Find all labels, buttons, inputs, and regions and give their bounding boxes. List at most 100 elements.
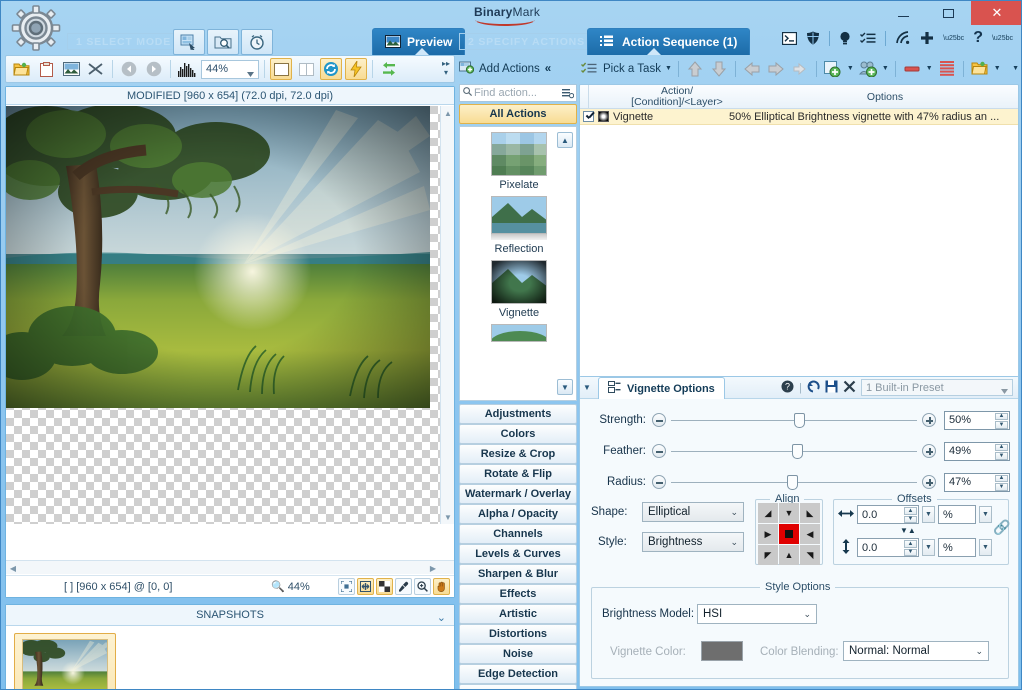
tab-action-sequence[interactable]: Action Sequence (1)	[587, 28, 751, 55]
category-distortions[interactable]: Distortions	[459, 624, 577, 644]
feather-slider[interactable]	[671, 443, 917, 459]
strength-decrease-button[interactable]	[652, 413, 666, 427]
align-middle-right[interactable]: ◀	[800, 524, 820, 544]
plus-dropdown-chevron-down-icon[interactable]: \u25bc	[943, 35, 964, 42]
add-action-chevron-down-icon[interactable]: ▼	[847, 65, 854, 72]
shape-combobox[interactable]: Elliptical ⌄	[642, 502, 744, 522]
category-colors[interactable]: Colors	[459, 424, 577, 444]
help-icon[interactable]: ?	[973, 29, 983, 47]
preset-combobox[interactable]: 1 Built-in Preset	[861, 379, 1013, 396]
offset-x-input[interactable]: 0.0 ▲ ▼	[857, 505, 919, 524]
zoom-level-combobox[interactable]: 44%	[201, 59, 259, 79]
fit-selection-icon[interactable]	[338, 578, 355, 595]
mode-button-batch[interactable]	[173, 29, 205, 55]
feather-spinner[interactable]: 49% ▲ ▼	[944, 441, 1010, 461]
add-condition-icon[interactable]	[858, 59, 878, 79]
gallery-item-vignette[interactable]: Vignette	[460, 255, 576, 319]
radius-slider-thumb[interactable]	[786, 475, 798, 490]
collapse-library-icon[interactable]: «	[545, 63, 551, 75]
open-file-icon[interactable]	[10, 58, 32, 80]
spin-down-icon[interactable]: ▼	[904, 548, 917, 556]
move-up-icon[interactable]	[685, 59, 705, 79]
strength-slider-thumb[interactable]	[794, 413, 805, 428]
color-blending-combobox[interactable]: Normal: Normal ⌄	[843, 641, 989, 661]
histogram-icon[interactable]	[176, 58, 198, 80]
snapshot-item-original[interactable]: Original	[14, 633, 116, 689]
wifi-icon[interactable]	[895, 31, 911, 45]
image-info-icon[interactable]	[60, 58, 82, 80]
tab-preview[interactable]: Preview	[372, 28, 466, 55]
scroll-right-icon[interactable]: ▶	[426, 561, 440, 575]
align-middle-left[interactable]: ▶	[758, 524, 778, 544]
align-top-center[interactable]: ▼	[779, 503, 799, 523]
category-edge-detection[interactable]: Edge Detection	[459, 664, 577, 684]
gallery-item-reflection[interactable]: Reflection	[460, 191, 576, 255]
zoom-tool-icon[interactable]	[414, 578, 431, 595]
brightness-model-combobox[interactable]: HSI ⌄	[697, 604, 817, 624]
offset-y-dropdown-icon[interactable]: ▼	[922, 539, 935, 556]
actions-gallery[interactable]: Pixelate Reflection Vignette ▲ ▼	[459, 126, 577, 401]
view-split-icon[interactable]	[295, 58, 317, 80]
vignette-color-swatch[interactable]	[701, 641, 743, 661]
help-icon[interactable]: ?	[781, 380, 794, 396]
clear-all-icon[interactable]	[937, 59, 957, 79]
align-top-left[interactable]: ◢	[758, 503, 778, 523]
spin-up-icon[interactable]: ▲	[995, 412, 1008, 420]
category-watermark-overlay[interactable]: Watermark / Overlay	[459, 484, 577, 504]
open-sequence-chevron-down-icon[interactable]: ▼	[994, 65, 1001, 72]
paste-icon[interactable]	[35, 58, 57, 80]
forward-icon[interactable]	[143, 58, 165, 80]
category-adjustments[interactable]: Adjustments	[459, 404, 577, 424]
save-icon[interactable]	[825, 380, 838, 396]
align-bottom-right[interactable]: ◥	[800, 545, 820, 565]
spin-down-icon[interactable]: ▼	[995, 421, 1008, 429]
scroll-up-icon[interactable]: ▲	[441, 106, 455, 120]
scroll-left-icon[interactable]: ◀	[6, 561, 20, 575]
radius-slider[interactable]	[671, 474, 917, 490]
style-combobox[interactable]: Brightness ⌄	[642, 532, 744, 552]
options-collapse-chevron-down-icon[interactable]: ▼	[583, 383, 591, 392]
offset-swap-icon[interactable]: ▼▲	[900, 526, 916, 535]
swap-icon[interactable]	[378, 58, 400, 80]
indent-icon[interactable]	[790, 59, 810, 79]
strength-spinner[interactable]: 50% ▲ ▼	[944, 410, 1010, 430]
sequence-list[interactable]: Action/ [Condition]/<Layer> Options Vign…	[579, 84, 1019, 424]
snapshots-collapse-chevron-icon[interactable]: ⌄	[437, 608, 446, 629]
eyedropper-icon[interactable]	[395, 578, 412, 595]
align-bottom-left[interactable]: ◤	[758, 545, 778, 565]
add-condition-chevron-down-icon[interactable]: ▼	[882, 65, 889, 72]
spin-down-icon[interactable]: ▼	[995, 452, 1008, 460]
auto-apply-icon[interactable]	[345, 58, 367, 80]
category-all-actions[interactable]: All Actions	[459, 104, 577, 124]
filter-list-icon[interactable]	[560, 86, 575, 100]
tips-lightbulb-icon[interactable]	[839, 31, 851, 46]
minimize-button[interactable]	[881, 1, 926, 25]
strength-slider[interactable]	[671, 412, 917, 428]
add-actions-header[interactable]: Add Actions «	[459, 55, 577, 82]
offset-y-unit-combobox[interactable]: %	[938, 538, 976, 557]
offset-x-unit-dropdown-icon[interactable]: ▼	[979, 506, 992, 523]
move-right-icon[interactable]	[766, 59, 786, 79]
move-down-icon[interactable]	[709, 59, 729, 79]
shield-icon[interactable]	[806, 31, 820, 45]
mode-button-folder-watch[interactable]	[207, 29, 239, 55]
feather-increase-button[interactable]	[922, 444, 936, 458]
pick-a-task-label[interactable]: Pick a Task	[603, 63, 661, 75]
spin-up-icon[interactable]: ▲	[904, 540, 917, 548]
remove-chevron-down-icon[interactable]: ▼	[926, 65, 933, 72]
link-offsets-icon[interactable]: 🔗	[993, 519, 1010, 536]
tab-vignette-options[interactable]: Vignette Options	[598, 377, 725, 399]
maximize-button[interactable]	[926, 1, 971, 25]
category-miscellaneous[interactable]: Miscellaneous	[459, 684, 577, 689]
back-icon[interactable]	[118, 58, 140, 80]
category-effects[interactable]: Effects	[459, 584, 577, 604]
strength-increase-button[interactable]	[922, 413, 936, 427]
align-bottom-center[interactable]: ▲	[779, 545, 799, 565]
close-button[interactable]: ✕	[971, 1, 1021, 25]
align-center[interactable]	[779, 524, 799, 544]
row-enabled-checkbox[interactable]	[583, 111, 594, 122]
radius-increase-button[interactable]	[922, 475, 936, 489]
pick-a-task-chevron-down-icon[interactable]: ▼	[665, 65, 672, 72]
spin-down-icon[interactable]: ▼	[904, 515, 917, 523]
offset-x-dropdown-icon[interactable]: ▼	[922, 506, 935, 523]
